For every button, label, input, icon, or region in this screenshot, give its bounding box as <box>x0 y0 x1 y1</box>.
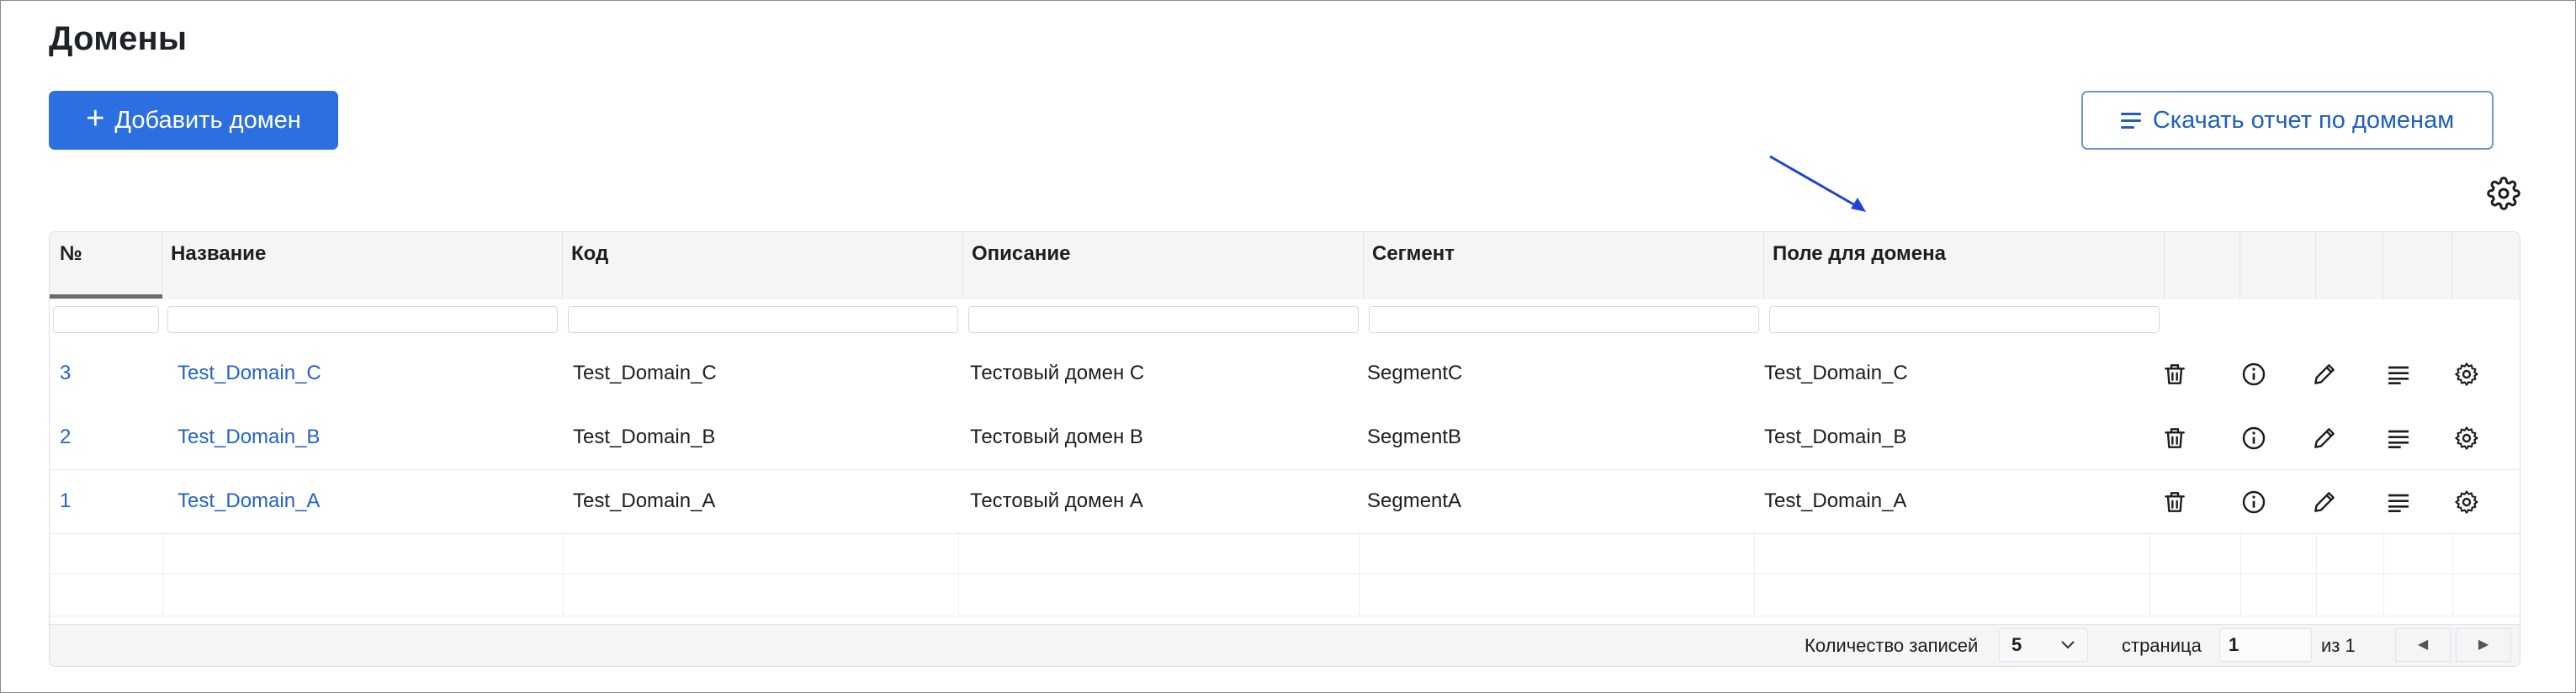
pencil-icon[interactable] <box>2311 361 2338 388</box>
column-divider <box>1754 532 1755 616</box>
column-header-action <box>2316 232 2383 299</box>
filter-number-input[interactable] <box>53 306 159 333</box>
page-label: страница <box>2122 635 2202 656</box>
download-report-button[interactable]: Скачать отчет по доменам <box>2081 91 2494 150</box>
domain-code: Test_Domain_A <box>573 489 716 512</box>
page-size-select[interactable]: 5 <box>1999 628 2088 662</box>
table-row: 3 Test_Domain_C Test_Domain_C Тестовый доме… <box>50 341 2520 406</box>
list-icon <box>2120 112 2141 129</box>
domain-name-link[interactable]: Test_Domain_B <box>178 405 320 469</box>
domain-name-link[interactable]: Test_Domain_A <box>178 469 320 533</box>
filter-segment-input[interactable] <box>1369 306 1759 333</box>
domains-table: № Название Код Описание Сегмент Поле для… <box>49 231 2520 667</box>
column-divider <box>2149 532 2150 616</box>
column-divider <box>958 532 959 616</box>
column-divider <box>1359 532 1360 616</box>
records-count-label: Количество записей <box>1805 635 1979 656</box>
trash-icon[interactable] <box>2161 361 2188 388</box>
table-row: 2 Test_Domain_B Test_Domain_B Тестовый доме… <box>50 405 2520 470</box>
column-divider <box>2383 532 2384 616</box>
domain-segment: SegmentB <box>1367 426 1462 448</box>
domain-description: Тестовый домен C <box>970 362 1145 384</box>
column-divider <box>2240 532 2241 616</box>
prev-page-button[interactable]: ◀ <box>2395 628 2451 662</box>
annotation-arrow <box>1769 155 1866 212</box>
page-number-input[interactable]: 1 <box>2219 628 2312 662</box>
row-number-link[interactable]: 3 <box>60 341 71 405</box>
column-header-domain-field[interactable]: Поле для домена <box>1764 232 2165 299</box>
download-report-label: Скачать отчет по доменам <box>2152 106 2455 134</box>
column-header-label: Код <box>571 242 609 265</box>
domain-segment: SegmentC <box>1367 362 1463 384</box>
column-divider <box>162 532 163 616</box>
add-domain-button[interactable]: + Добавить домен <box>49 91 338 150</box>
plus-icon: + <box>86 101 105 136</box>
domain-field-value: Test_Domain_B <box>1764 426 1907 448</box>
page-total-label: из 1 <box>2321 635 2356 656</box>
table-header: № Название Код Описание Сегмент Поле для… <box>50 232 2520 300</box>
column-header-label: Описание <box>972 242 1071 265</box>
sort-indicator <box>50 294 162 299</box>
pagination-bar: Количество записей 5 страница 1 из 1 ◀ ▶ <box>50 624 2520 666</box>
column-header-description[interactable]: Описание <box>963 232 1364 299</box>
pencil-icon[interactable] <box>2311 425 2338 452</box>
domain-code: Test_Domain_C <box>573 362 717 384</box>
column-header-action <box>2165 232 2240 299</box>
domain-description: Тестовый домен A <box>970 489 1143 512</box>
column-header-label: № <box>60 242 82 265</box>
column-divider <box>563 532 564 616</box>
column-divider <box>2452 532 2453 616</box>
column-header-label: Поле для домена <box>1773 242 1946 265</box>
filter-name-input[interactable] <box>167 306 558 333</box>
row-number-link[interactable]: 2 <box>60 405 71 469</box>
filter-description-input[interactable] <box>968 306 1359 333</box>
next-page-button[interactable]: ▶ <box>2456 628 2511 662</box>
filter-domain-field-input[interactable] <box>1769 306 2160 333</box>
page-size-value: 5 <box>2012 634 2022 655</box>
info-icon[interactable] <box>2240 361 2267 388</box>
column-header-segment[interactable]: Сегмент <box>1364 232 1764 299</box>
gear-icon[interactable] <box>2453 425 2480 452</box>
list-icon[interactable] <box>2385 489 2412 516</box>
list-icon[interactable] <box>2385 361 2412 388</box>
column-header-action <box>2383 232 2452 299</box>
column-header-name[interactable]: Название <box>162 232 563 299</box>
table-row: 1 Test_Domain_A Test_Domain_A Тестовый доме… <box>50 469 2520 534</box>
column-header-action <box>2240 232 2316 299</box>
gear-icon[interactable] <box>2453 489 2480 516</box>
column-divider <box>2316 532 2317 616</box>
column-header-action <box>2452 232 2520 299</box>
filter-code-input[interactable] <box>568 306 958 333</box>
pencil-icon[interactable] <box>2311 489 2338 516</box>
domain-field-value: Test_Domain_A <box>1764 489 1907 512</box>
chevron-down-icon <box>2061 641 2075 649</box>
page-title: Домены <box>49 20 188 57</box>
domain-field-value: Test_Domain_C <box>1764 362 1908 384</box>
row-number-link[interactable]: 1 <box>60 469 71 533</box>
domain-name-link[interactable]: Test_Domain_C <box>178 341 321 405</box>
filter-row <box>50 299 2520 341</box>
table-settings-gear-icon[interactable] <box>2487 177 2520 210</box>
list-icon[interactable] <box>2385 425 2412 452</box>
column-header-code[interactable]: Код <box>563 232 963 299</box>
domain-code: Test_Domain_B <box>573 426 716 448</box>
info-icon[interactable] <box>2240 489 2267 516</box>
domain-segment: SegmentA <box>1367 489 1462 512</box>
add-domain-label: Добавить домен <box>114 106 301 134</box>
trash-icon[interactable] <box>2161 425 2188 452</box>
gear-icon[interactable] <box>2453 361 2480 388</box>
domain-description: Тестовый домен B <box>970 426 1143 448</box>
column-header-number[interactable]: № <box>50 232 162 299</box>
info-icon[interactable] <box>2240 425 2267 452</box>
column-header-label: Сегмент <box>1372 242 1455 265</box>
trash-icon[interactable] <box>2161 489 2188 516</box>
column-header-label: Название <box>171 242 267 265</box>
